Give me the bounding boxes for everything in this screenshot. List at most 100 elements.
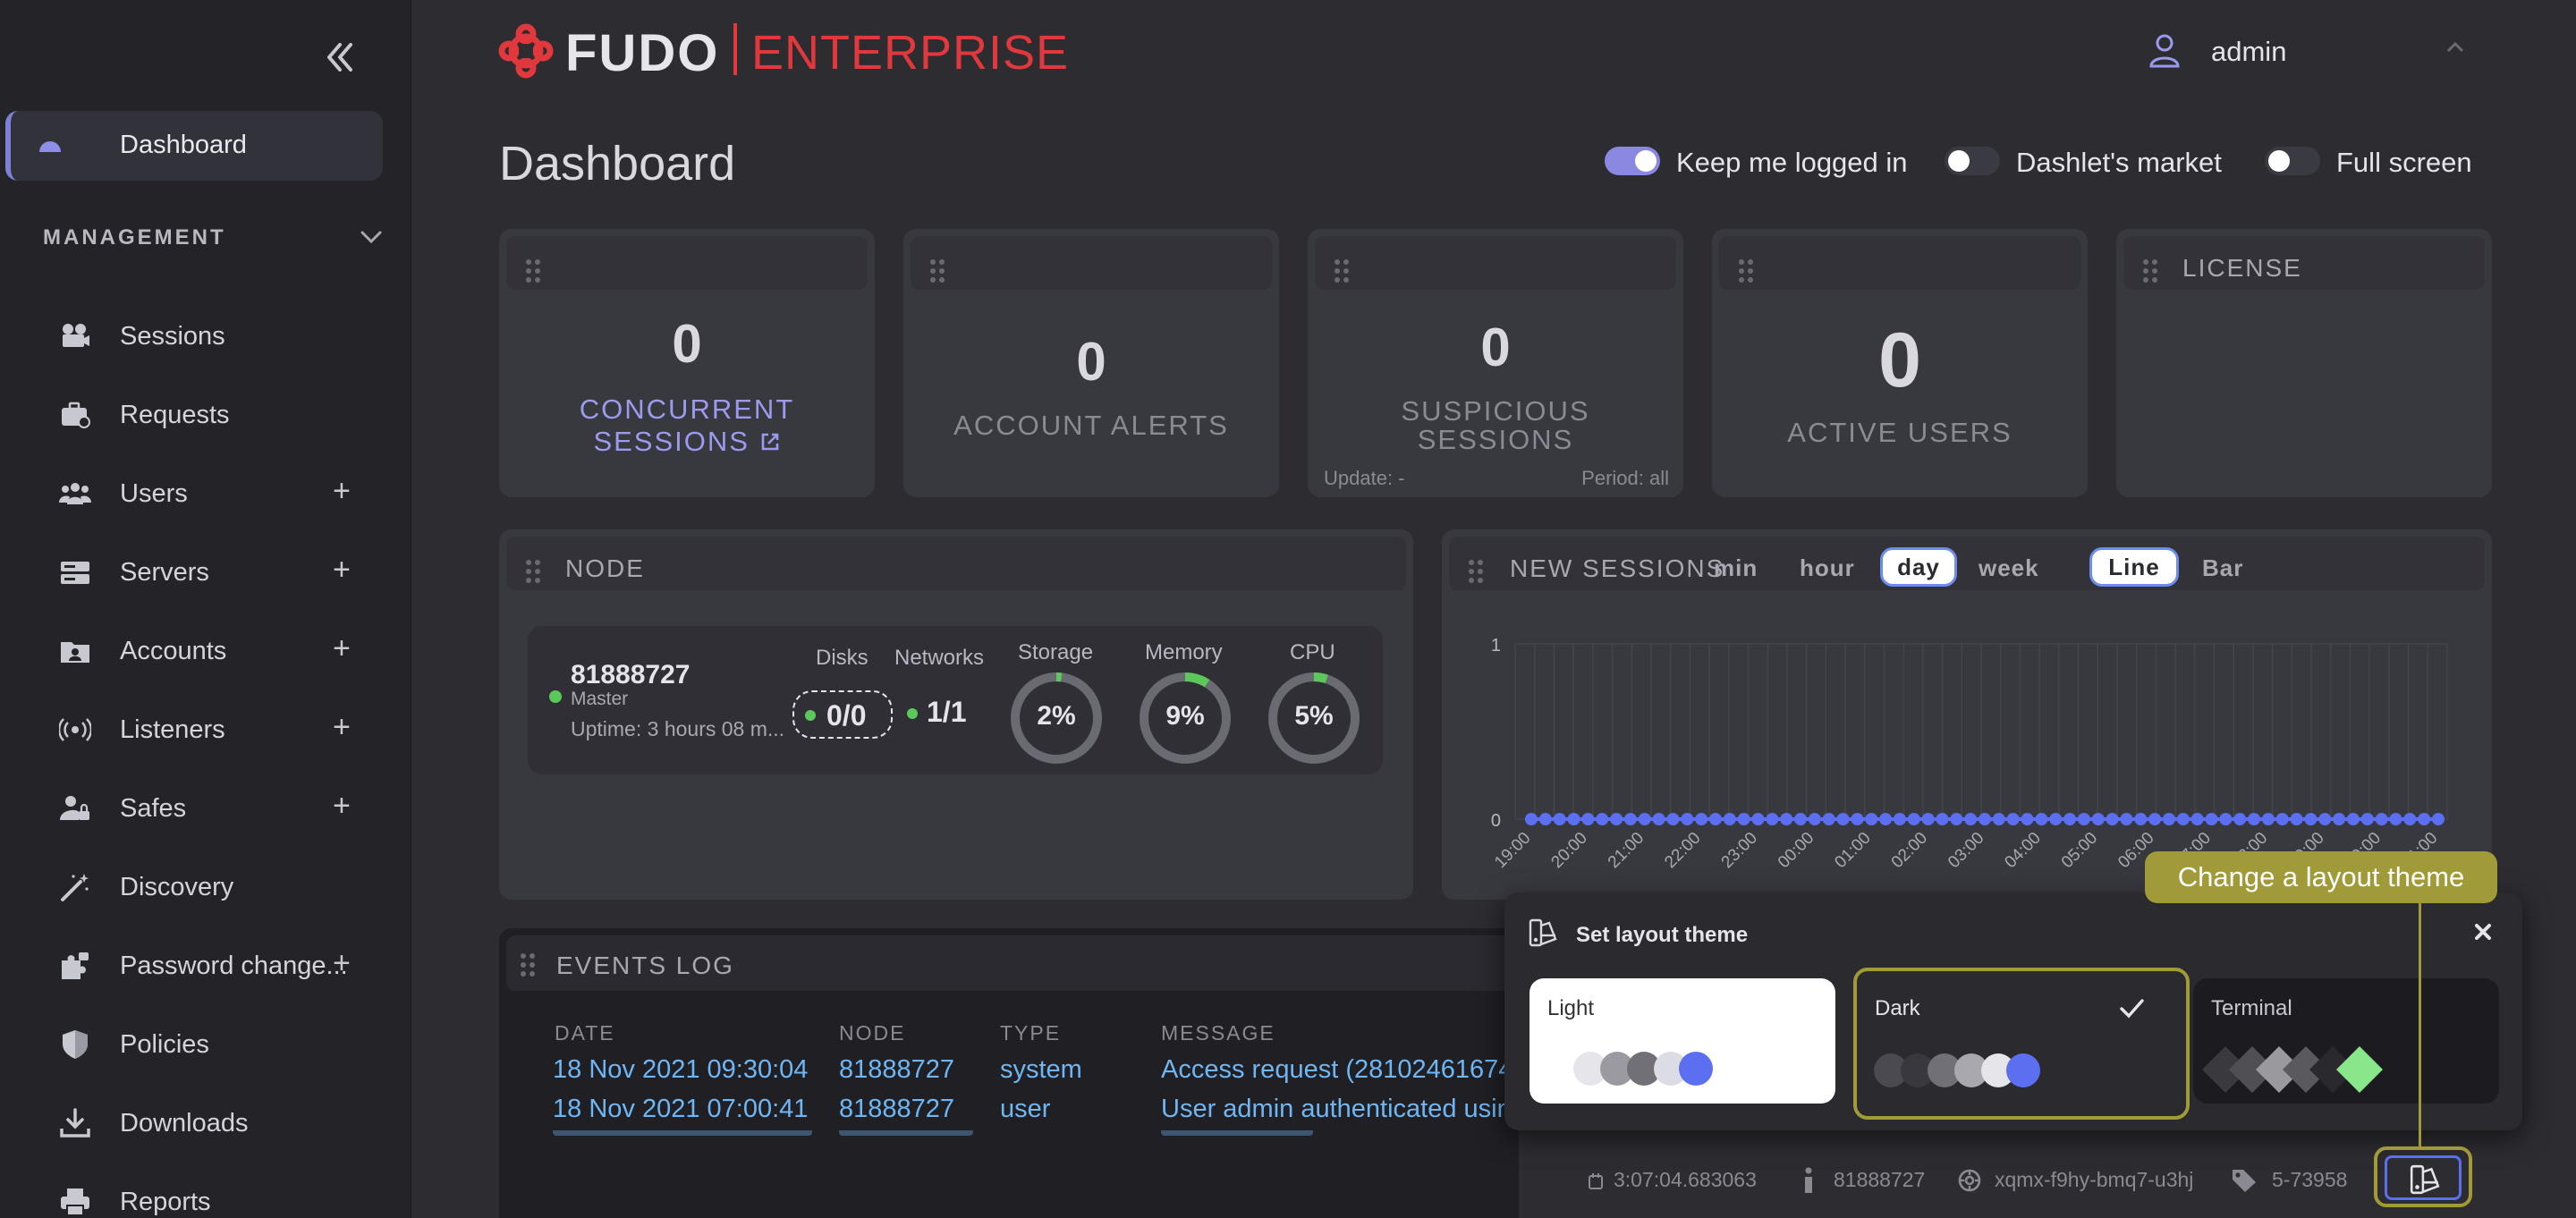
sidebar-item-requests[interactable]: Requests (54, 388, 385, 442)
chevron-up-icon[interactable] (2442, 34, 2469, 61)
card-handle[interactable] (506, 236, 868, 290)
toggle-switch[interactable] (1945, 147, 2000, 175)
drag-handle-icon[interactable] (928, 258, 946, 284)
card-handle[interactable]: NODE (506, 537, 1406, 590)
data-point[interactable] (1596, 813, 1609, 825)
data-point[interactable] (1780, 813, 1793, 825)
data-point[interactable] (1893, 813, 1906, 825)
data-point[interactable] (1553, 813, 1566, 825)
data-point[interactable] (2148, 813, 2162, 825)
data-point[interactable] (1567, 813, 1580, 825)
disks-value-box[interactable]: 0/0 (792, 690, 893, 739)
chevron-down-icon[interactable] (358, 224, 385, 250)
data-point[interactable] (1610, 813, 1623, 825)
card-handle[interactable] (1719, 236, 2080, 290)
data-point[interactable] (2275, 813, 2289, 825)
drag-handle-icon[interactable] (1467, 558, 1485, 585)
data-point[interactable] (2106, 813, 2119, 825)
drag-handle-icon[interactable] (1333, 258, 1351, 284)
drag-handle-icon[interactable] (524, 558, 542, 585)
data-point[interactable] (2021, 813, 2034, 825)
data-point[interactable] (2261, 813, 2275, 825)
data-point[interactable] (2176, 813, 2190, 825)
table-row[interactable]: 18 Nov 2021 09:30:04 81888727 system Acc… (537, 1052, 1513, 1091)
data-point[interactable] (2318, 813, 2332, 825)
data-point[interactable] (2333, 813, 2346, 825)
data-point[interactable] (1681, 813, 1694, 825)
concurrent-sessions-link[interactable]: CONCURRENT SESSIONS (499, 393, 875, 458)
data-point[interactable] (2006, 813, 2020, 825)
add-icon[interactable]: + (333, 553, 351, 588)
theme-option-light[interactable]: Light (1530, 978, 1835, 1104)
data-point[interactable] (1822, 813, 1835, 825)
external-link-icon[interactable] (759, 431, 781, 453)
data-point[interactable] (2219, 813, 2233, 825)
data-point[interactable] (1525, 813, 1538, 825)
data-point[interactable] (1921, 813, 1935, 825)
add-icon[interactable]: + (333, 789, 351, 824)
data-point[interactable] (1851, 813, 1864, 825)
sidebar-item-discovery[interactable]: Discovery (54, 860, 385, 914)
data-point[interactable] (2418, 813, 2431, 825)
data-point[interactable] (1865, 813, 1878, 825)
period-tab-week[interactable]: week (1979, 554, 2039, 582)
drag-handle-icon[interactable] (1737, 258, 1755, 284)
data-point[interactable] (1979, 813, 1991, 825)
layout-theme-button[interactable] (2385, 1155, 2462, 1200)
data-point[interactable] (2091, 813, 2105, 825)
data-point[interactable] (2035, 813, 2048, 825)
data-point[interactable] (2346, 813, 2360, 825)
data-point[interactable] (2205, 813, 2218, 825)
data-point[interactable] (1766, 813, 1779, 825)
data-point[interactable] (1652, 813, 1665, 825)
data-point[interactable] (2375, 813, 2388, 825)
add-icon[interactable]: + (333, 474, 351, 509)
sidebar-item-safes[interactable]: Safes + (54, 782, 385, 835)
data-point[interactable] (2304, 813, 2318, 825)
period-tab-hour[interactable]: hour (1800, 554, 1855, 582)
theme-option-dark[interactable]: Dark (1853, 968, 2190, 1120)
data-point[interactable] (1666, 813, 1680, 825)
data-point[interactable] (2290, 813, 2303, 825)
data-point[interactable] (1708, 813, 1722, 825)
sidebar-item-servers[interactable]: Servers + (54, 546, 385, 599)
sidebar-item-dashboard[interactable]: Dashboard (5, 111, 383, 181)
data-point[interactable] (1907, 813, 1920, 825)
data-point[interactable] (2389, 813, 2402, 825)
data-point[interactable] (1723, 813, 1736, 825)
data-point[interactable] (2233, 813, 2247, 825)
data-point[interactable] (2190, 813, 2204, 825)
card-handle[interactable]: LICENSE (2123, 236, 2485, 290)
data-point[interactable] (1936, 813, 1949, 825)
sidebar-item-sessions[interactable]: Sessions (54, 309, 385, 363)
data-point[interactable] (1964, 813, 1978, 825)
data-point[interactable] (1836, 813, 1850, 825)
data-point[interactable] (1623, 813, 1637, 825)
data-point[interactable] (1581, 813, 1595, 825)
chart-type-line[interactable]: Line (2089, 547, 2179, 587)
period-tab-day[interactable]: day (1880, 547, 1957, 587)
toggle-switch[interactable] (2265, 147, 2320, 175)
data-point[interactable] (2120, 813, 2133, 825)
data-point[interactable] (1638, 813, 1651, 825)
chart-type-bar[interactable]: Bar (2202, 554, 2243, 582)
data-point[interactable] (2403, 813, 2417, 825)
period-tab-min[interactable]: min (1714, 554, 1758, 582)
data-point[interactable] (2063, 813, 2077, 825)
add-icon[interactable]: + (333, 946, 351, 981)
data-point[interactable] (1751, 813, 1765, 825)
data-point[interactable] (2134, 813, 2148, 825)
data-point[interactable] (1879, 813, 1893, 825)
data-point[interactable] (1737, 813, 1750, 825)
data-point[interactable] (1794, 813, 1808, 825)
theme-option-terminal[interactable]: Terminal (2193, 978, 2499, 1104)
card-handle[interactable] (1315, 236, 1676, 290)
add-icon[interactable]: + (333, 631, 351, 666)
sidebar-item-downloads[interactable]: Downloads (54, 1096, 385, 1150)
drag-handle-icon[interactable] (519, 952, 537, 978)
sidebar-item-policies[interactable]: Policies (54, 1018, 385, 1071)
sidebar-item-accounts[interactable]: Accounts + (54, 624, 385, 678)
sidebar-item-password-change[interactable]: Password change... + (54, 939, 385, 993)
card-handle[interactable] (911, 236, 1272, 290)
close-icon[interactable] (2470, 919, 2496, 944)
